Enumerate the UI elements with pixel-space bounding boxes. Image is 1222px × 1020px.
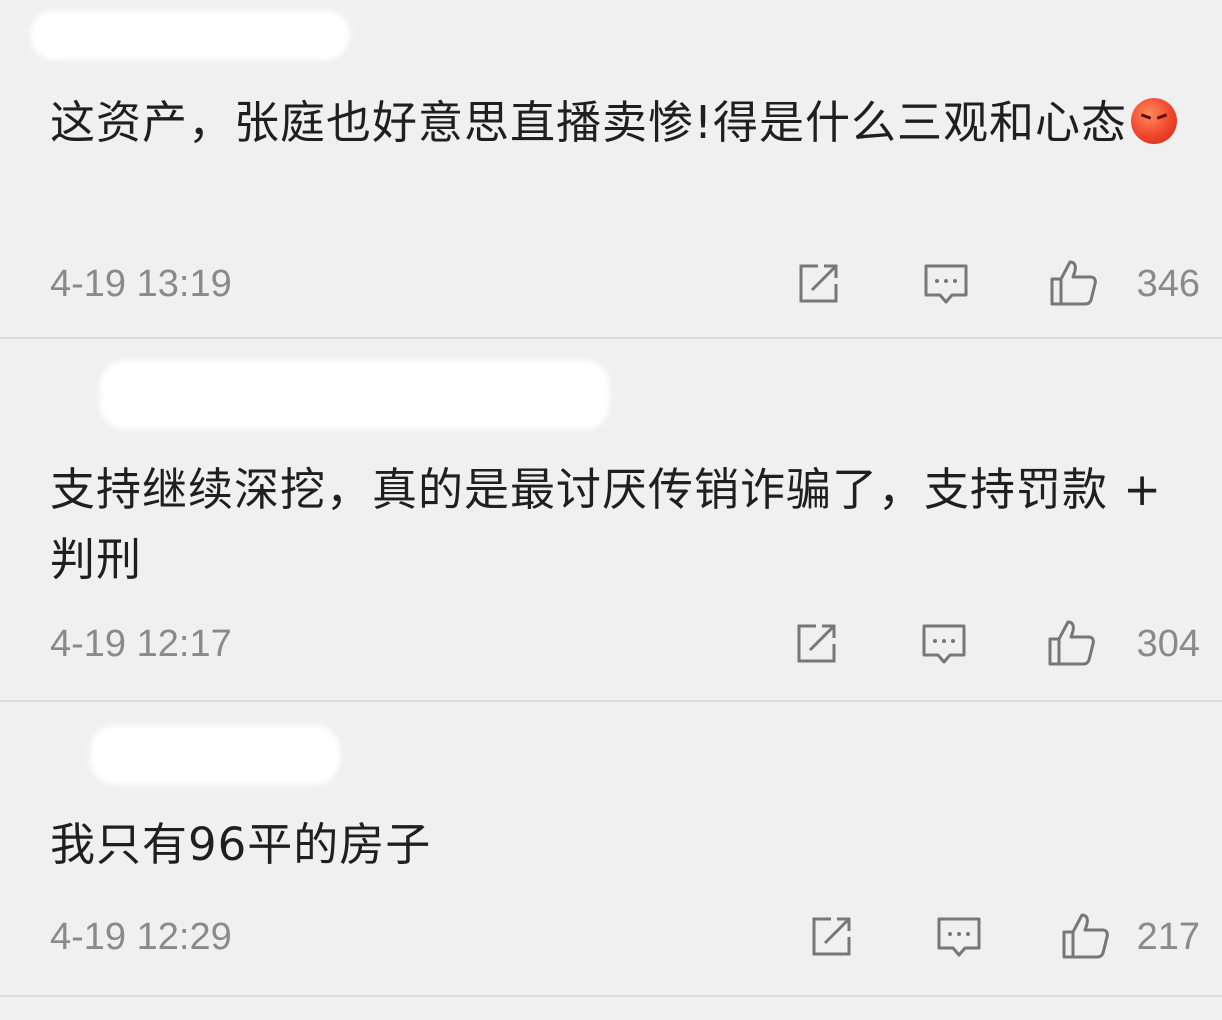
username-redacted [90, 725, 340, 785]
comment-icon[interactable] [920, 257, 972, 309]
comment-timestamp: 4-19 13:19 [50, 263, 232, 305]
comment-text-content: 这资产，张庭也好意思直播卖惨!得是什么三观和心态 [50, 96, 1128, 149]
comment-text-content: 我只有96平的房子 [50, 818, 432, 871]
like-count: 346 [1136, 263, 1200, 305]
divider [0, 700, 1222, 702]
comment-text: 支持继续深挖，真的是最讨厌传销诈骗了，支持罚款 + 判刑 [50, 455, 1200, 595]
comment-text: 这资产，张庭也好意思直播卖惨!得是什么三观和心态 [50, 88, 1200, 158]
divider [0, 995, 1222, 997]
thumbs-up-icon[interactable] [1046, 617, 1098, 669]
comment-meta-row: 4-19 12:17 304 [50, 615, 1200, 675]
thumbs-up-icon[interactable] [1048, 257, 1100, 309]
comment-timestamp: 4-19 12:29 [50, 916, 232, 958]
comment-meta-row: 4-19 12:29 217 [50, 908, 1200, 968]
comment-text: 我只有96平的房子 [50, 810, 1200, 880]
like-count: 304 [1136, 623, 1200, 665]
like-count: 217 [1136, 916, 1200, 958]
comment-icon[interactable] [918, 617, 970, 669]
divider [0, 337, 1222, 339]
comment-text-content: 支持继续深挖，真的是最讨厌传销诈骗了，支持罚款 + 判刑 [50, 463, 1163, 586]
username-redacted [100, 360, 610, 430]
comment-meta-row: 4-19 13:19 346 [50, 255, 1200, 315]
comment-timestamp: 4-19 12:17 [50, 623, 232, 665]
thumbs-up-icon[interactable] [1060, 910, 1112, 962]
angry-face-icon [1131, 98, 1178, 144]
share-icon[interactable] [792, 257, 844, 309]
comment-icon[interactable] [933, 910, 985, 962]
username-redacted [30, 10, 350, 60]
share-icon[interactable] [790, 617, 842, 669]
share-icon[interactable] [805, 910, 857, 962]
